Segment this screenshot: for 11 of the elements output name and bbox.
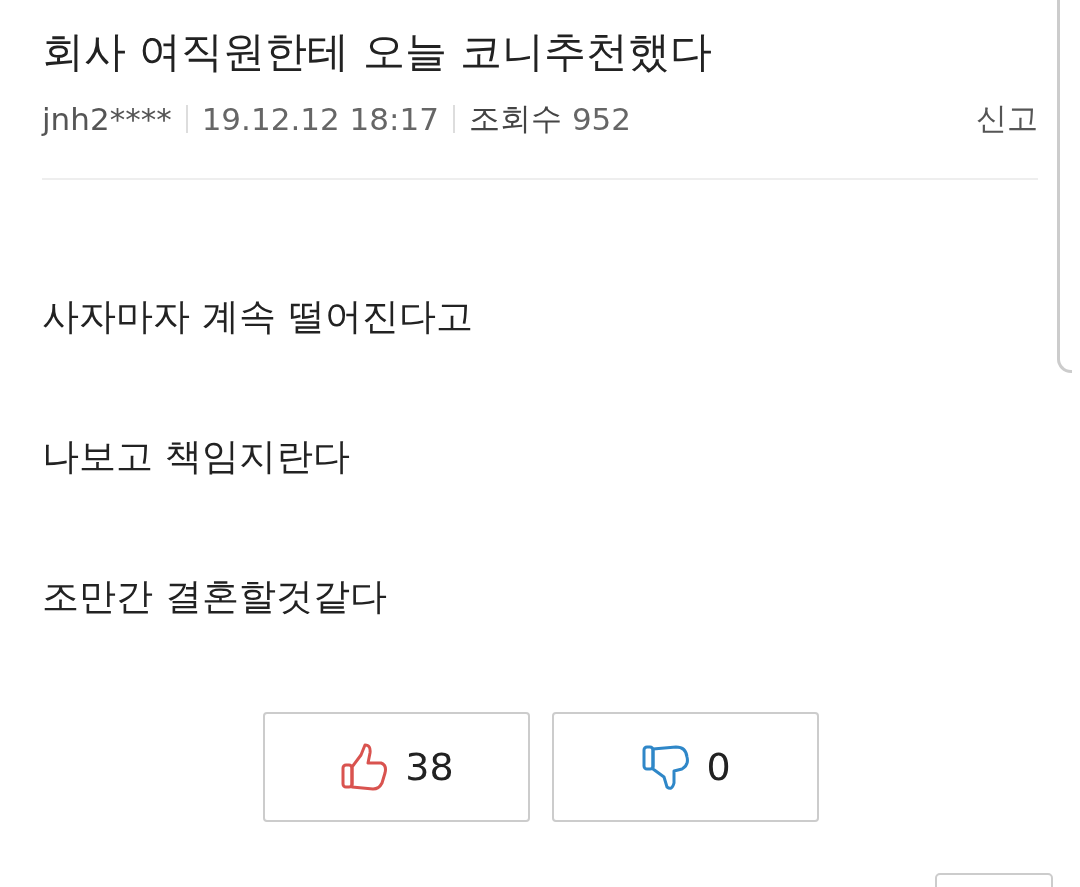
view-count: 952 xyxy=(571,101,632,137)
post-text: 조만간 결혼할것같다 xyxy=(42,574,388,620)
post-date: 19.12.12 18:17 xyxy=(201,101,439,137)
views-label: 조회수 xyxy=(468,99,562,138)
post-text: 사자마자 계속 떨어진다고 xyxy=(42,294,474,340)
author-name: jnh2**** xyxy=(42,101,172,137)
report-link[interactable]: 신고 xyxy=(976,98,1038,140)
post-text: 나보고 책임지란다 xyxy=(42,434,351,480)
like-button[interactable]: 38 xyxy=(263,712,530,822)
post-title: 회사 여직원한테 오늘 코니추천했다 xyxy=(42,26,714,78)
dislike-button[interactable]: 0 xyxy=(552,712,819,822)
